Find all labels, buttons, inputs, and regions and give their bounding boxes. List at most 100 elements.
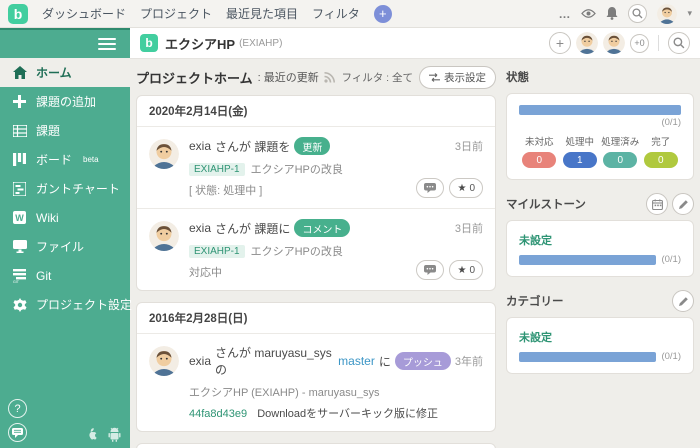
status-count-pill[interactable]: 0 [522,152,557,168]
collapse-sidebar-button[interactable] [0,30,130,58]
issue-key-chip[interactable]: EXIAHP-1 [189,162,245,176]
divider [658,35,659,51]
backlog-logo[interactable]: b [8,3,28,24]
notification-bell-icon[interactable] [606,7,618,20]
page-title: プロジェクトホーム [136,70,253,86]
files-icon [12,240,27,253]
category-progress-bar [519,351,657,362]
sidebar-item-label: 課題の追加 [36,95,97,109]
add-member-button[interactable]: + [549,32,571,54]
sidebar-item-wiki[interactable]: W Wiki [0,203,130,232]
milestone-calendar-button[interactable] [646,193,668,215]
nav-projects[interactable]: プロジェクト [140,5,212,22]
filter-label: フィルタ : 全て [341,71,413,84]
sidebar-item-label: Wiki [36,210,59,225]
user-avatar[interactable] [657,4,677,24]
status-label: 完了 [651,137,671,148]
commit-message: Downloadをサーバーキック版に修正 [257,408,438,420]
entry-user[interactable]: exia [189,139,211,153]
help-button[interactable]: ? [8,399,27,418]
feed-date: 2015年10月27日(火) [137,444,495,448]
entry-avatar[interactable] [149,221,179,251]
category-panel: 未設定 (0/1) [506,317,694,374]
apple-icon[interactable] [85,426,99,442]
entry-user[interactable]: exia [189,221,211,235]
entry-badge: プッシュ [394,352,451,370]
svg-text:GIT: GIT [13,280,20,283]
global-navbar: b ダッシュボード プロジェクト 最近見た項目 フィルタ + … ▾ [0,0,700,28]
nav-filters[interactable]: フィルタ [312,5,360,22]
gear-icon [12,297,27,312]
project-logo[interactable]: b [140,34,158,52]
issue-title[interactable]: エクシアHPの改良 [251,243,343,259]
entry-action: さんが 課題を [215,139,291,154]
category-panel-title: カテゴリー [506,296,564,308]
more-members-button[interactable]: +0 [630,33,649,53]
issue-title[interactable]: エクシアHPの改良 [251,161,343,177]
entry-action: さんが 課題に [215,221,291,236]
rss-icon[interactable] [324,71,335,83]
more-menu-icon[interactable]: … [558,7,571,21]
project-key: (EXIAHP) [239,37,283,49]
feed-group: 2015年10月27日(火) exia さんが maruyasu_sys の m… [136,443,496,448]
project-search-button[interactable] [668,32,690,54]
sidebar-item-issues[interactable]: 課題 [0,116,130,145]
star-icon: ★ [457,182,467,194]
feed-entry[interactable]: exia さんが 課題に コメント 3日前 EXIAHP-1 エクシアHPの改良… [137,208,495,290]
entry-avatar[interactable] [149,139,179,169]
feed-group: 2016年2月28日(日) exia さんが maruyasu_sys の ma… [136,302,496,432]
member-avatar[interactable] [603,32,625,54]
feedback-button[interactable] [8,423,27,442]
sidebar-item-board[interactable]: ボード beta [0,145,130,174]
feed-entry[interactable]: exia さんが 課題を 更新 3日前 EXIAHP-1 エクシアHPの改良 [… [137,127,495,208]
comment-button[interactable] [416,260,445,280]
nav-recently-viewed[interactable]: 最近見た項目 [226,5,298,22]
global-add-button[interactable]: + [373,4,392,23]
milestone-edit-button[interactable] [672,193,694,215]
feed-date: 2020年2月14日(金) [137,96,495,127]
sidebar-item-label: ホーム [36,66,72,80]
member-avatar[interactable] [576,32,598,54]
comment-icon [12,427,23,438]
issue-key-chip[interactable]: EXIAHP-1 [189,244,245,258]
global-search-button[interactable] [628,4,648,23]
sidebar-item-label: ガントチャート [36,182,120,196]
feed-entry[interactable]: exia さんが maruyasu_sys の master に プッシュ 3年… [137,334,495,431]
plus-icon [12,95,27,108]
entry-user[interactable]: exia [189,354,211,368]
entry-avatar[interactable] [149,346,179,376]
star-button[interactable]: ★ 0 [449,178,483,198]
status-count-pill[interactable]: 1 [562,152,597,168]
status-count-pill[interactable]: 0 [603,152,638,168]
sidebar-item-label: 課題 [36,124,61,138]
feed-group: 2020年2月14日(金) exia さんが 課題を 更新 3日前 EXIAHP… [136,95,496,291]
comment-button[interactable] [416,178,445,198]
star-button[interactable]: ★ 0 [449,260,483,280]
commit-link[interactable]: 44fa8d43e9 [189,408,247,420]
sidebar-item-files[interactable]: ファイル [0,232,130,261]
sidebar-item-label: ボード [36,153,73,167]
sidebar-item-project-settings[interactable]: プロジェクト設定 [0,290,132,319]
entry-time: 3年前 [454,356,483,368]
gantt-chart-icon [12,181,27,196]
sidebar-item-add-issue[interactable]: 課題の追加 [0,87,130,116]
display-settings-button[interactable]: 表示設定 [419,65,496,89]
pencil-icon [678,296,688,306]
sidebar-item-home[interactable]: ホーム [0,58,130,87]
category-progress-note: (0/1) [661,351,681,362]
category-edit-button[interactable] [672,290,694,312]
status-count-pill[interactable]: 0 [643,152,678,168]
watch-icon[interactable] [581,8,597,19]
hamburger-icon [98,35,116,53]
category-item-link[interactable]: 未設定 [519,329,681,345]
branch-link[interactable]: master [338,354,375,368]
sidebar-item-git[interactable]: GIT Git [0,261,130,290]
repo-label: エクシアHP (EXIAHP) - maruyasu_sys [189,387,380,399]
milestone-panel-title: マイルストーン [506,199,586,211]
board-icon [12,153,27,166]
nav-dashboard[interactable]: ダッシュボード [42,5,126,22]
android-icon[interactable] [107,426,122,442]
user-menu-caret-icon[interactable]: ▾ [687,8,692,19]
sidebar-item-gantt[interactable]: ガントチャート [0,174,130,203]
milestone-item-link[interactable]: 未設定 [519,232,681,248]
